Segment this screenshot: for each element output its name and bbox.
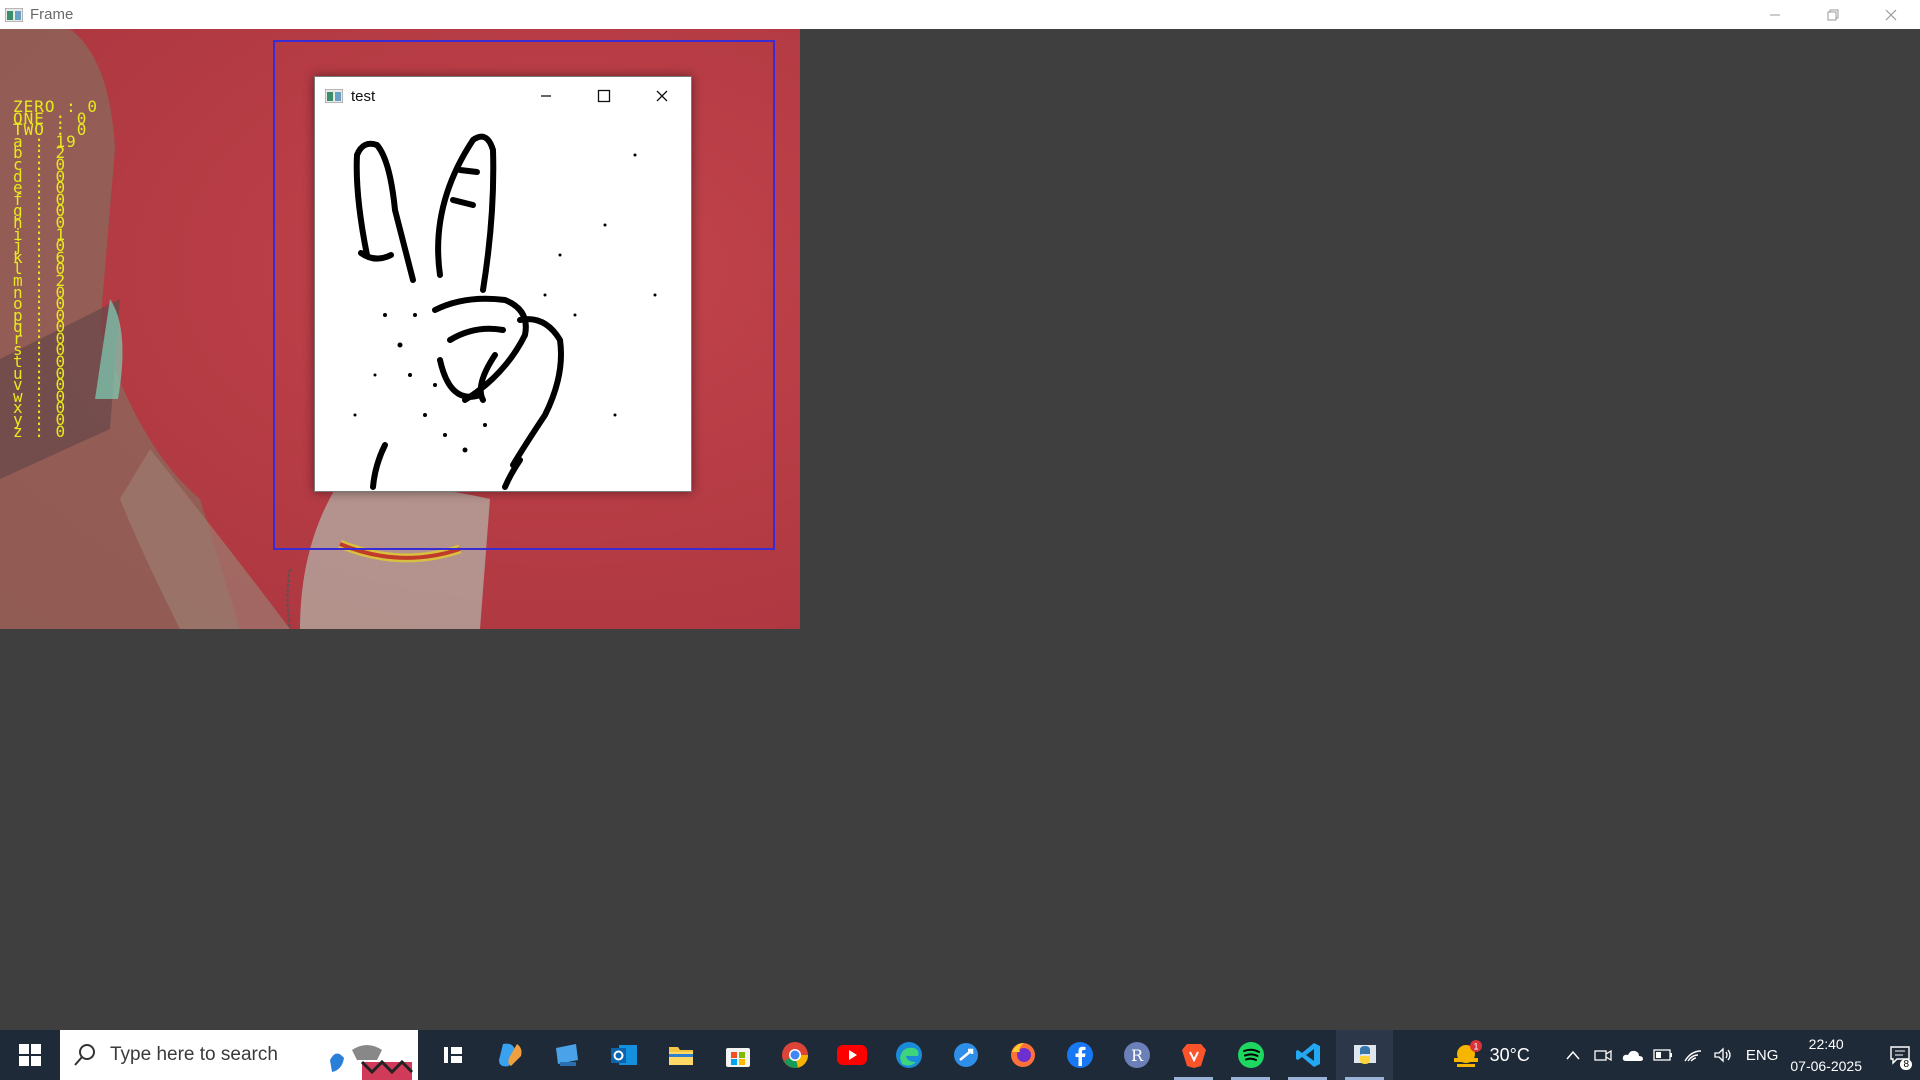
- maximize-icon: [597, 89, 611, 103]
- taskbar: Type here to search R 1 30°C ENG 22:40 0…: [0, 1030, 1920, 1080]
- chrome-button[interactable]: [766, 1030, 823, 1080]
- video-camera-icon: [1594, 1049, 1612, 1062]
- spotify-icon: [1237, 1042, 1264, 1068]
- microsoft-store-button[interactable]: [709, 1030, 766, 1080]
- minimize-icon: [541, 95, 551, 97]
- close-icon: [656, 90, 668, 102]
- network-button[interactable]: [1678, 1030, 1708, 1080]
- app-button[interactable]: [937, 1030, 994, 1080]
- search-placeholder: Type here to search: [110, 1044, 278, 1065]
- spotify-button[interactable]: [1222, 1030, 1279, 1080]
- test-window-titlebar[interactable]: test: [315, 77, 691, 115]
- letter-count-list: ZERO : 0 ONE : 0 TWO : 0 a : 19 b : 2 c …: [13, 99, 98, 441]
- facebook-icon: [1066, 1042, 1093, 1068]
- notification-center-button[interactable]: 8: [1880, 1030, 1920, 1080]
- outlook-icon: [610, 1045, 637, 1065]
- main-window-title: Frame: [30, 6, 74, 23]
- clock-date: 07-06-2025: [1790, 1058, 1862, 1074]
- clock[interactable]: 22:40 07-06-2025: [1790, 1033, 1862, 1077]
- windows-logo-icon: [19, 1044, 41, 1066]
- wifi-icon: [1684, 1050, 1701, 1062]
- test-minimize-button[interactable]: [517, 77, 575, 115]
- onedrive-button[interactable]: [1618, 1030, 1648, 1080]
- vscode-button[interactable]: [1279, 1030, 1336, 1080]
- firefox-button[interactable]: [994, 1030, 1051, 1080]
- system-tray: 1 30°C ENG 22:40 07-06-2025 8: [1450, 1030, 1920, 1080]
- test-window[interactable]: test: [314, 76, 692, 492]
- minimize-icon: [1770, 14, 1780, 15]
- window-app-icon: [5, 7, 23, 22]
- show-hidden-icons-button[interactable]: [1558, 1030, 1588, 1080]
- weather-widget[interactable]: 1 30°C: [1450, 1038, 1530, 1072]
- count-line: z : 0: [13, 421, 67, 441]
- youtube-icon: [836, 1045, 867, 1065]
- copilot-button[interactable]: [481, 1030, 538, 1080]
- weather-alert-badge: 1: [1473, 1042, 1478, 1052]
- chrome-icon: [781, 1042, 808, 1068]
- youtube-button[interactable]: [823, 1030, 880, 1080]
- test-window-title: test: [351, 87, 376, 105]
- clock-time: 22:40: [1808, 1036, 1844, 1052]
- main-window-titlebar: Frame: [0, 0, 1920, 29]
- firefox-icon: [1010, 1043, 1035, 1067]
- svg-text:R: R: [1130, 1046, 1143, 1065]
- edge-icon: [895, 1042, 922, 1068]
- battery-icon: [1653, 1049, 1672, 1061]
- taskbar-search-box[interactable]: Type here to search: [60, 1030, 418, 1080]
- brave-icon: [1181, 1044, 1206, 1068]
- r-app-icon: R: [1123, 1042, 1150, 1068]
- file-explorer-button[interactable]: [652, 1030, 709, 1080]
- cloud-icon: [1622, 1050, 1643, 1061]
- volume-button[interactable]: [1708, 1030, 1738, 1080]
- minimize-button[interactable]: [1746, 0, 1804, 29]
- task-view-icon: [443, 1047, 462, 1063]
- brave-button[interactable]: [1165, 1030, 1222, 1080]
- desktop-app-button[interactable]: [538, 1030, 595, 1080]
- search-highlight-illustration: [330, 1045, 414, 1080]
- test-maximize-button[interactable]: [575, 77, 633, 115]
- facebook-button[interactable]: [1051, 1030, 1108, 1080]
- desktop-app-icon: [555, 1044, 578, 1066]
- close-icon: [1885, 9, 1897, 20]
- hand-outline-drawing: [353, 133, 657, 490]
- battery-button[interactable]: [1648, 1030, 1678, 1080]
- python-icon: [1353, 1045, 1376, 1064]
- notification-count-badge: 8: [1900, 1059, 1912, 1070]
- weather-temperature: 30°C: [1489, 1044, 1530, 1065]
- copilot-icon: [498, 1043, 521, 1067]
- edge-button[interactable]: [880, 1030, 937, 1080]
- python-app-button[interactable]: [1336, 1030, 1393, 1080]
- search-icon: [74, 1044, 95, 1066]
- weather-sun-icon: 1: [1453, 1040, 1482, 1067]
- folder-icon: [668, 1047, 693, 1065]
- meet-now-button[interactable]: [1588, 1030, 1618, 1080]
- chevron-up-icon: [1566, 1050, 1580, 1060]
- test-close-button[interactable]: [633, 77, 691, 115]
- window-app-icon: [325, 89, 343, 103]
- vscode-icon: [1295, 1043, 1320, 1067]
- restore-icon: [1827, 9, 1839, 20]
- close-button[interactable]: [1862, 0, 1920, 29]
- restore-button[interactable]: [1804, 0, 1862, 29]
- r-app-button[interactable]: R: [1108, 1030, 1165, 1080]
- app-icon: [953, 1043, 978, 1067]
- start-button[interactable]: [0, 1030, 60, 1080]
- store-icon: [725, 1048, 750, 1067]
- task-view-button[interactable]: [424, 1030, 481, 1080]
- outlook-button[interactable]: [595, 1030, 652, 1080]
- speaker-icon: [1714, 1047, 1731, 1063]
- input-language-indicator[interactable]: ENG: [1746, 1047, 1779, 1064]
- threshold-hand-image: [315, 115, 691, 491]
